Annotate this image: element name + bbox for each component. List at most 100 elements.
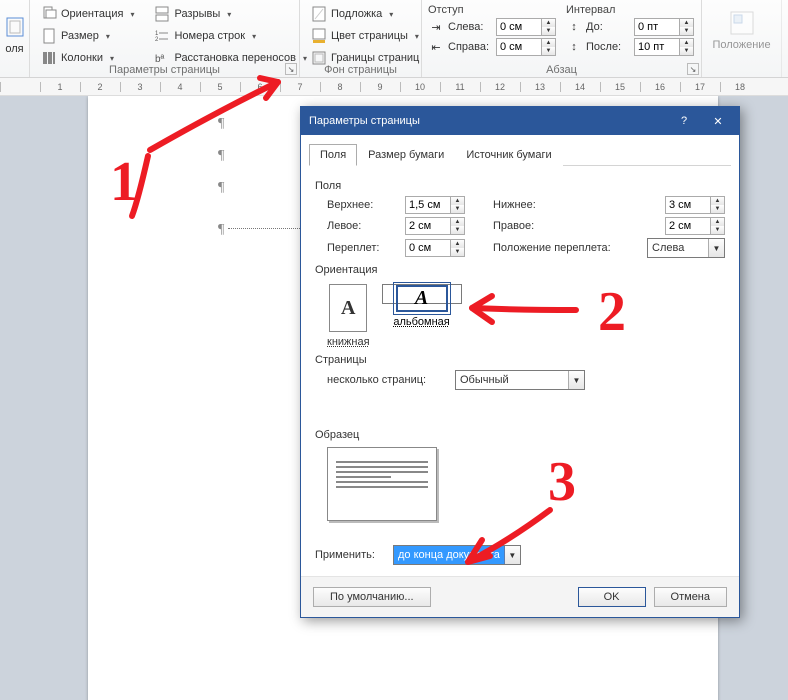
spacing-before-spin[interactable]: ▲▼ [634, 18, 694, 36]
spin-up[interactable]: ▲ [680, 39, 693, 47]
page-color-button[interactable]: Цвет страницы [306, 26, 415, 46]
top-margin-spin[interactable]: ▲▼ [405, 196, 465, 214]
help-button[interactable]: ? [671, 115, 697, 128]
paragraph-label: Абзац [422, 64, 701, 76]
page-setup-launcher[interactable]: ↘ [285, 63, 297, 75]
ruler-mark: 3 [120, 82, 160, 92]
spacing-after-label: После: [586, 41, 630, 53]
left-margin-spin[interactable]: ▲▼ [405, 217, 465, 235]
multiple-pages-value: Обычный [456, 374, 568, 386]
top-margin-input[interactable] [406, 197, 450, 213]
ruler-mark: 11 [440, 82, 480, 92]
size-button[interactable]: Размер [36, 26, 139, 46]
bottom-margin-input[interactable] [666, 197, 710, 213]
apply-label: Применить: [315, 549, 385, 561]
indent-right-label: Справа: [448, 41, 492, 53]
watermark-button[interactable]: Подложка [306, 4, 415, 24]
svg-text:2: 2 [155, 37, 159, 43]
page-setup-label: Параметры страницы [30, 64, 299, 76]
indent-left-input[interactable] [497, 19, 541, 35]
gutter-label: Переплет: [327, 242, 397, 254]
cancel-button[interactable]: Отмена [654, 587, 727, 607]
dialog-footer: По умолчанию... OK Отмена [301, 576, 739, 617]
indent-left-spin[interactable]: ▲▼ [496, 18, 556, 36]
watermark-icon [311, 6, 327, 22]
ruler-mark: 13 [520, 82, 560, 92]
orientation-label: Ориентация [61, 8, 123, 20]
page-setup-group: Ориентация Размер Колонки Разрывы 12Номе… [30, 0, 300, 77]
ruler-mark: 2 [80, 82, 120, 92]
chevron-down-icon: ▼ [568, 371, 584, 389]
page-bg-group: Подложка Цвет страницы Границы страниц Ф… [300, 0, 422, 77]
indent-right-spin[interactable]: ▲▼ [496, 38, 556, 56]
chevron-down-icon: ▼ [504, 546, 520, 564]
spacing-before-label: До: [586, 21, 630, 33]
gutter-pos-select[interactable]: Слева▼ [647, 238, 725, 258]
default-button[interactable]: По умолчанию... [313, 587, 431, 607]
right-margin-input[interactable] [666, 218, 710, 234]
paragraph-group: Отступ ⇥Слева:▲▼ ⇤Справа:▲▼ Интервал ↕До… [422, 0, 702, 77]
right-margin-spin[interactable]: ▲▼ [665, 217, 725, 235]
bottom-label: Нижнее: [493, 199, 563, 211]
portrait-icon: A [329, 284, 367, 332]
ruler[interactable]: 123456789101112131415161718 [0, 78, 788, 96]
spin-down[interactable]: ▼ [680, 47, 693, 55]
gutter-input[interactable] [406, 240, 450, 256]
left-margin-input[interactable] [406, 218, 450, 234]
tab-fields[interactable]: Поля [309, 144, 357, 166]
margins-icon [0, 11, 31, 43]
pilcrow: ¶ [218, 222, 224, 238]
landscape-button[interactable]: A альбомная [382, 284, 462, 304]
spacing-after-input[interactable] [635, 39, 679, 55]
spacing-before-icon: ↕ [566, 19, 582, 35]
size-label: Размер [61, 30, 99, 42]
multiple-pages-select[interactable]: Обычный▼ [455, 370, 585, 390]
portrait-label: книжная [327, 336, 370, 348]
spacing-before-input[interactable] [635, 19, 679, 35]
line-numbers-button[interactable]: 12Номера строк [149, 26, 312, 46]
top-label: Верхнее: [327, 199, 397, 211]
position-label: Положение [712, 39, 770, 51]
spin-down[interactable]: ▼ [542, 27, 555, 35]
spin-up[interactable]: ▲ [542, 39, 555, 47]
ok-button[interactable]: OK [578, 587, 646, 607]
preview-section: Образец [315, 429, 725, 441]
columns-label: Колонки [61, 52, 103, 64]
tab-paper-source[interactable]: Источник бумаги [455, 144, 562, 166]
pages-section: Страницы [315, 354, 725, 366]
breaks-button[interactable]: Разрывы [149, 4, 312, 24]
breaks-label: Разрывы [174, 8, 220, 20]
orientation-button[interactable]: Ориентация [36, 4, 139, 24]
spacing-heading: Интервал [566, 4, 694, 16]
hyphenation-label: Расстановка переносов [174, 52, 295, 64]
spin-up[interactable]: ▲ [542, 19, 555, 27]
bottom-margin-spin[interactable]: ▲▼ [665, 196, 725, 214]
spin-down[interactable]: ▼ [542, 47, 555, 55]
fields-group-partial: оля [0, 0, 30, 77]
spin-up[interactable]: ▲ [680, 19, 693, 27]
dialog-titlebar[interactable]: Параметры страницы ? ✕ [301, 107, 739, 135]
indent-right-icon: ⇤ [428, 39, 444, 55]
ruler-mark: 10 [400, 82, 440, 92]
apply-to-select[interactable]: до конца документа▼ [393, 545, 521, 565]
watermark-label: Подложка [331, 8, 382, 20]
pilcrow: ¶ [218, 148, 224, 164]
position-button[interactable]: Положение [707, 4, 775, 54]
line-numbers-label: Номера строк [174, 30, 245, 42]
tab-paper-size[interactable]: Размер бумаги [357, 144, 455, 166]
page-color-label: Цвет страницы [331, 30, 408, 42]
ruler-mark: 16 [640, 82, 680, 92]
portrait-button[interactable]: A книжная [327, 284, 370, 348]
ruler-mark: 9 [360, 82, 400, 92]
ruler-mark: 14 [560, 82, 600, 92]
ruler-mark: 17 [680, 82, 720, 92]
close-button[interactable]: ✕ [705, 115, 731, 128]
ruler-mark [0, 82, 40, 92]
indent-right-input[interactable] [497, 39, 541, 55]
left-label: Левое: [327, 220, 397, 232]
paragraph-launcher[interactable]: ↘ [687, 63, 699, 75]
gutter-spin[interactable]: ▲▼ [405, 239, 465, 257]
margins-section: Поля [315, 180, 725, 192]
spacing-after-spin[interactable]: ▲▼ [634, 38, 694, 56]
spin-down[interactable]: ▼ [680, 27, 693, 35]
